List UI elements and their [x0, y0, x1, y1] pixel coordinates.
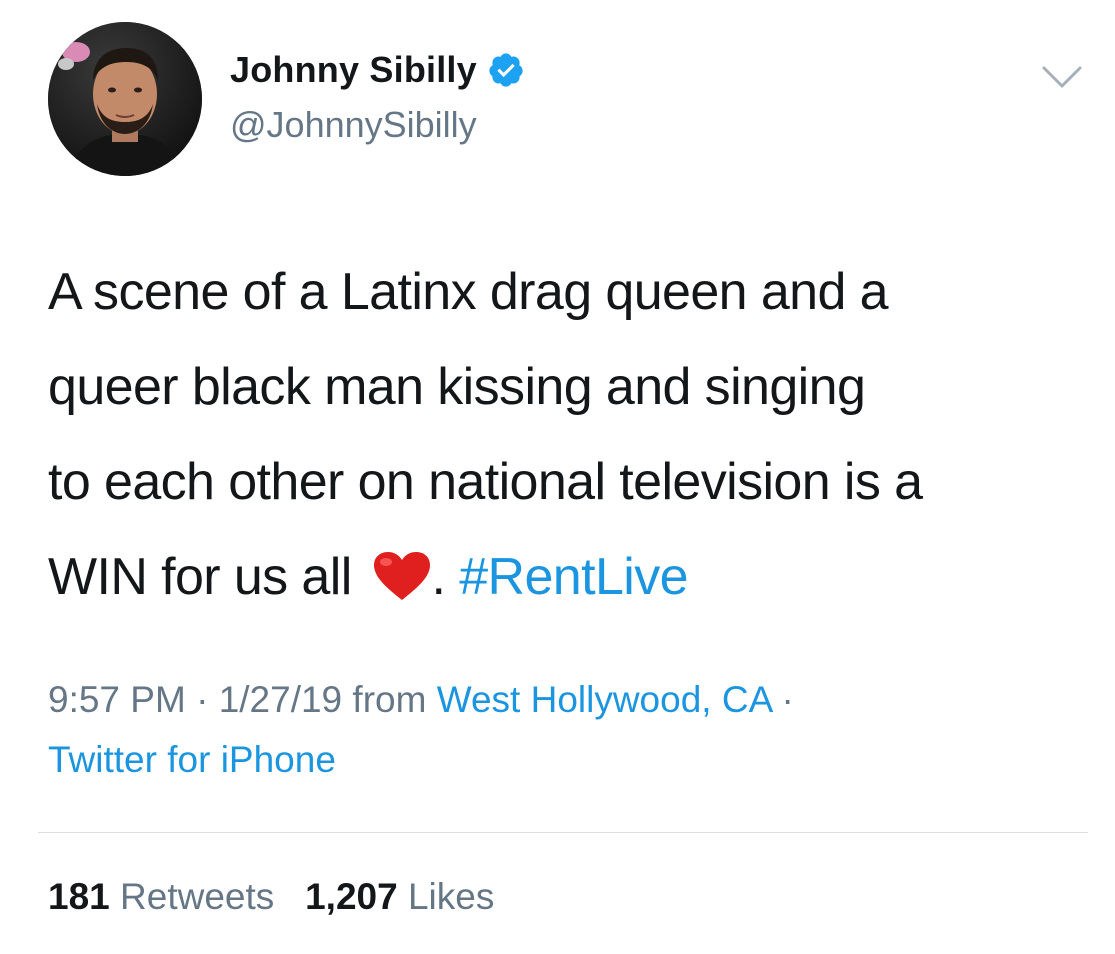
meta-line: Twitter for iPhone — [48, 730, 794, 790]
tweet-text-segment: . — [431, 548, 460, 606]
retweets-stat[interactable]: 181 Retweets — [48, 876, 274, 917]
tweet-text-line: queer black man kissing and singing — [48, 358, 866, 416]
tweet-text-segment: WIN for us all — [48, 548, 366, 606]
retweets-label: Retweets — [120, 876, 275, 917]
display-name[interactable]: Johnny Sibilly — [230, 48, 477, 92]
retweets-count: 181 — [48, 876, 110, 917]
user-handle[interactable]: @JohnnySibilly — [230, 103, 477, 147]
tweet-stats: 181 Retweets 1,207 Likes — [48, 872, 494, 922]
tweet-date: 1/27/19 — [218, 679, 343, 720]
tweet-meta: 9:57 PM · 1/27/19 from West Hollywood, C… — [48, 670, 794, 790]
avatar[interactable] — [48, 22, 202, 176]
tweet-text-line: A scene of a Latinx drag queen and a — [48, 263, 889, 321]
meta-separator: · — [771, 679, 794, 720]
likes-count: 1,207 — [305, 876, 398, 917]
likes-label: Likes — [407, 876, 495, 917]
avatar-photo — [48, 22, 202, 176]
heart-emoji-icon — [372, 538, 432, 600]
hashtag-link[interactable]: #RentLive — [459, 548, 688, 606]
tweet-text: A scene of a Latinx drag queen and a que… — [48, 245, 1098, 625]
tweet-detail: Johnny Sibilly @JohnnySibilly A scene of… — [0, 0, 1115, 954]
name-row: Johnny Sibilly — [230, 48, 525, 92]
divider — [38, 832, 1088, 833]
likes-stat[interactable]: 1,207 Likes — [305, 876, 494, 917]
chevron-down-icon[interactable] — [1040, 62, 1084, 92]
tweet-text-line: to each other on national television is … — [48, 453, 923, 511]
meta-line: 9:57 PM · 1/27/19 from West Hollywood, C… — [48, 670, 794, 730]
meta-separator: · — [185, 679, 219, 720]
source-link[interactable]: Twitter for iPhone — [48, 739, 336, 780]
verified-badge-icon — [487, 51, 525, 89]
location-link[interactable]: West Hollywood, CA — [437, 679, 772, 720]
tweet-text-last-line: WIN for us all . #RentLive — [48, 530, 1098, 625]
from-label: from — [342, 679, 437, 720]
tweet-time: 9:57 PM — [48, 679, 186, 720]
